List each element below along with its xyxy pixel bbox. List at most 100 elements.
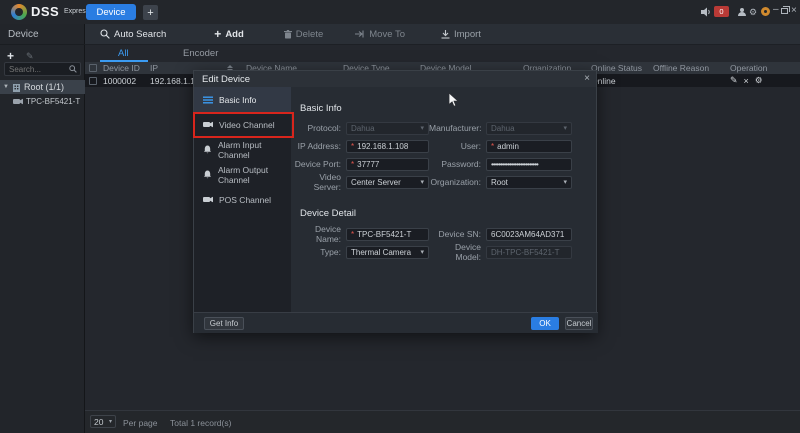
device-model-field[interactable]: DH-TPC-BF5421-T xyxy=(486,246,572,259)
ip-address-label: IP Address: xyxy=(291,141,341,151)
app-window: DSS Express Device + 0 ⚙ – × Device + ✎ xyxy=(0,0,800,433)
per-page-label: Per page xyxy=(123,418,158,428)
device-name-field[interactable]: * TPC-BF5421-T xyxy=(346,228,429,241)
ok-button[interactable]: OK xyxy=(531,317,559,330)
add-organization-button[interactable]: + xyxy=(7,49,14,63)
dialog-close-icon[interactable]: × xyxy=(584,73,590,84)
manufacturer-select[interactable]: Dahua ▾ xyxy=(486,122,572,135)
org-search-box xyxy=(4,62,81,76)
user-field[interactable]: * admin xyxy=(486,140,572,153)
chevron-down-icon: ▾ xyxy=(109,418,112,425)
chevron-down-icon: ▾ xyxy=(563,124,567,132)
sidebar-title: Device xyxy=(8,29,39,40)
title-bar: DSS Express Device + 0 ⚙ – × xyxy=(0,0,800,24)
pagination-bar: 20 ▾ Per page Total 1 record(s) xyxy=(85,410,800,433)
cell-operation: ✎ × ⚙ xyxy=(727,75,800,86)
chevron-down-icon: ▾ xyxy=(420,248,424,256)
tab-encoder[interactable]: Encoder xyxy=(183,48,218,59)
dialog-form: Basic Info Protocol: Dahua ▾ Manufacture… xyxy=(291,87,598,312)
auto-search-button[interactable]: Auto Search xyxy=(100,29,166,40)
get-info-button[interactable]: Get Info xyxy=(204,317,244,330)
search-icon xyxy=(69,65,77,73)
alarm-input-icon xyxy=(203,145,212,154)
pos-channel-icon xyxy=(203,196,213,203)
col-offline-reason: Offline Reason xyxy=(650,63,727,73)
type-select[interactable]: Thermal Camera ▾ xyxy=(346,246,429,259)
import-arrow-icon xyxy=(441,30,450,39)
edit-device-dialog: Edit Device × Basic Info Video Channel xyxy=(193,70,597,333)
add-device-button[interactable]: + Add xyxy=(214,27,243,41)
device-port-label: Device Port: xyxy=(291,159,341,169)
total-records-label: Total 1 record(s) xyxy=(170,418,231,428)
device-sn-field[interactable]: 6C0023AM64AD371 xyxy=(486,228,572,241)
device-port-field[interactable]: * 37777 xyxy=(346,158,429,171)
edit-organization-icon[interactable]: ✎ xyxy=(26,51,34,62)
add-tab-button[interactable]: + xyxy=(143,5,158,20)
mouse-cursor xyxy=(448,92,459,108)
cancel-button[interactable]: Cancel xyxy=(565,317,593,330)
row-checkbox[interactable] xyxy=(89,77,97,85)
tab-all[interactable]: All xyxy=(118,48,129,59)
menu-pos-channel[interactable]: POS Channel xyxy=(194,187,291,212)
network-status-icon xyxy=(761,7,770,16)
device-name-label: Device Name: xyxy=(291,224,341,244)
organization-select[interactable]: Root ▾ xyxy=(486,176,572,189)
edit-device-icon[interactable]: ✎ xyxy=(730,75,738,86)
menu-basic-info[interactable]: Basic Info xyxy=(194,87,291,112)
dss-logo-icon xyxy=(11,4,27,20)
device-toolbar: Auto Search + Add Delete Move To Import xyxy=(85,24,800,45)
device-sidebar: Device + ✎ ▼ Root (1/1) TPC-BF5421-T xyxy=(0,24,85,433)
basic-info-heading: Basic Info xyxy=(300,103,342,114)
user-label: User: xyxy=(429,141,481,151)
import-button[interactable]: Import xyxy=(441,29,481,40)
video-server-select[interactable]: Center Server ▾ xyxy=(346,176,429,189)
move-to-button[interactable]: Move To xyxy=(355,29,405,40)
list-icon xyxy=(203,96,213,104)
delete-button[interactable]: Delete xyxy=(284,29,323,40)
type-label: Type: xyxy=(291,247,341,257)
device-detail-heading: Device Detail xyxy=(300,208,356,219)
chevron-down-icon: ▾ xyxy=(420,178,424,186)
chevron-down-icon: ▾ xyxy=(420,124,424,132)
plus-icon: + xyxy=(214,27,221,41)
chevron-down-icon: ▾ xyxy=(563,178,567,186)
annotation-highlight-box xyxy=(193,112,294,138)
protocol-label: Protocol: xyxy=(291,123,341,133)
delete-device-icon[interactable]: × xyxy=(744,76,749,86)
trash-icon xyxy=(284,30,292,39)
brand-text: DSS xyxy=(31,4,59,19)
password-field[interactable]: •••••••••••••••••••••••••• xyxy=(486,158,572,171)
tree-expand-caret[interactable]: ▼ xyxy=(3,84,9,90)
restore-button[interactable] xyxy=(781,8,788,14)
alarm-speaker-icon[interactable] xyxy=(701,7,712,17)
menu-alarm-input-channel[interactable]: Alarm Input Channel xyxy=(194,137,291,162)
close-window-button[interactable]: × xyxy=(791,6,797,16)
select-all-checkbox[interactable] xyxy=(89,64,97,72)
tree-node-root[interactable]: ▼ Root (1/1) xyxy=(0,80,85,94)
search-input[interactable] xyxy=(5,65,65,74)
manufacturer-label: Manufacturer: xyxy=(429,123,481,133)
user-icon[interactable] xyxy=(737,7,747,17)
minimize-button[interactable]: – xyxy=(773,5,779,15)
device-sn-label: Device SN: xyxy=(429,229,481,239)
search-icon xyxy=(100,29,110,39)
page-size-select[interactable]: 20 ▾ xyxy=(90,415,116,428)
move-arrow-icon xyxy=(355,30,365,38)
alarm-count-badge: 0 xyxy=(714,6,729,17)
tab-device[interactable]: Device xyxy=(86,4,136,20)
password-label: Password: xyxy=(429,159,481,169)
tree-device-label: TPC-BF5421-T xyxy=(26,97,80,106)
tree-node-device[interactable]: TPC-BF5421-T xyxy=(0,94,85,108)
menu-alarm-output-channel[interactable]: Alarm Output Channel xyxy=(194,162,291,187)
dialog-title: Edit Device xyxy=(202,74,250,85)
camera-device-icon xyxy=(13,98,23,105)
ip-address-field[interactable]: * 192.168.1.108 xyxy=(346,140,429,153)
organization-icon xyxy=(12,83,21,92)
cell-device-id: 1000002 xyxy=(101,76,148,86)
col-operation: Operation xyxy=(727,63,800,73)
settings-gear-icon[interactable]: ⚙ xyxy=(749,7,757,17)
protocol-select[interactable]: Dahua ▾ xyxy=(346,122,429,135)
device-config-icon[interactable]: ⚙ xyxy=(755,75,763,86)
device-model-label: Device Model: xyxy=(429,242,481,262)
organization-label: Organization: xyxy=(429,177,481,187)
